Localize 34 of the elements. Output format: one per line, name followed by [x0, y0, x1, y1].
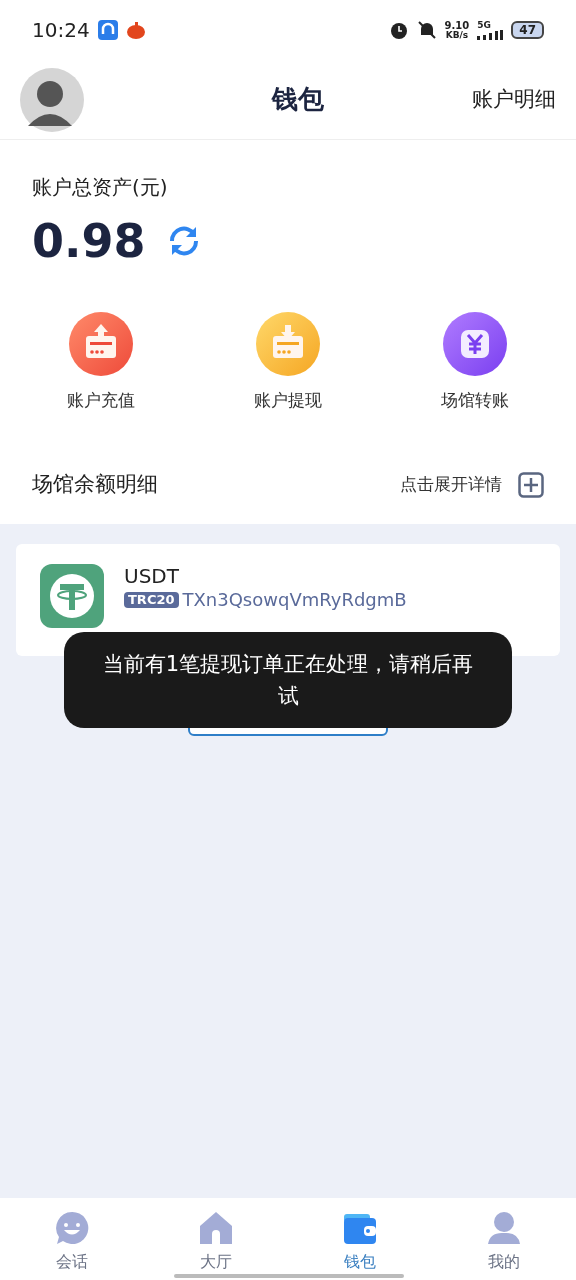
- alarm-icon: [388, 20, 409, 40]
- page-title: 钱包: [272, 83, 324, 116]
- plus-square-icon: [518, 471, 544, 498]
- balance-amount: 0.98: [32, 218, 146, 264]
- battery-level: 47: [511, 21, 544, 39]
- upload-card-icon: [69, 312, 134, 376]
- expand-details-button[interactable]: 点击展开详情: [400, 471, 544, 498]
- app-notification-icon: [125, 20, 146, 40]
- yen-icon: [442, 312, 507, 376]
- person-icon: [486, 1210, 522, 1246]
- home-icon: [198, 1210, 234, 1246]
- tab-bar-item[interactable]: 我的: [432, 1210, 576, 1280]
- account-details-link[interactable]: 账户明细: [472, 83, 556, 116]
- tab-bar-item[interactable]: 会话: [0, 1210, 144, 1280]
- currency-name: USDT: [124, 563, 180, 589]
- muted-bell-icon: [416, 20, 437, 40]
- tether-logo-icon: [40, 563, 104, 628]
- network-tag: TRC20: [124, 591, 179, 608]
- signal-icon: [477, 29, 504, 40]
- avatar-icon: [20, 67, 84, 132]
- venue-balance-title: 场馆余额明细: [32, 470, 158, 498]
- smiley-chat-icon: [54, 1210, 90, 1246]
- status-toast: 当前有1笔提现订单正在处理，请稍后再试: [64, 632, 512, 728]
- balance-label: 账户总资产(元): [32, 174, 169, 201]
- action-button[interactable]: 账户提现: [194, 312, 382, 414]
- wallet-address: TXn3QsowqVmRyRdgmB: [182, 588, 407, 611]
- status-time: 10:24: [32, 17, 90, 44]
- action-button[interactable]: 场馆转账: [381, 312, 568, 414]
- net-speed-unit: KB/s: [445, 30, 469, 40]
- action-button[interactable]: 账户充值: [8, 312, 195, 414]
- download-card-icon: [256, 312, 320, 376]
- net-speed: 9.10: [444, 20, 470, 31]
- network-type: 5G: [477, 20, 492, 30]
- app-notification-icon: [97, 20, 118, 40]
